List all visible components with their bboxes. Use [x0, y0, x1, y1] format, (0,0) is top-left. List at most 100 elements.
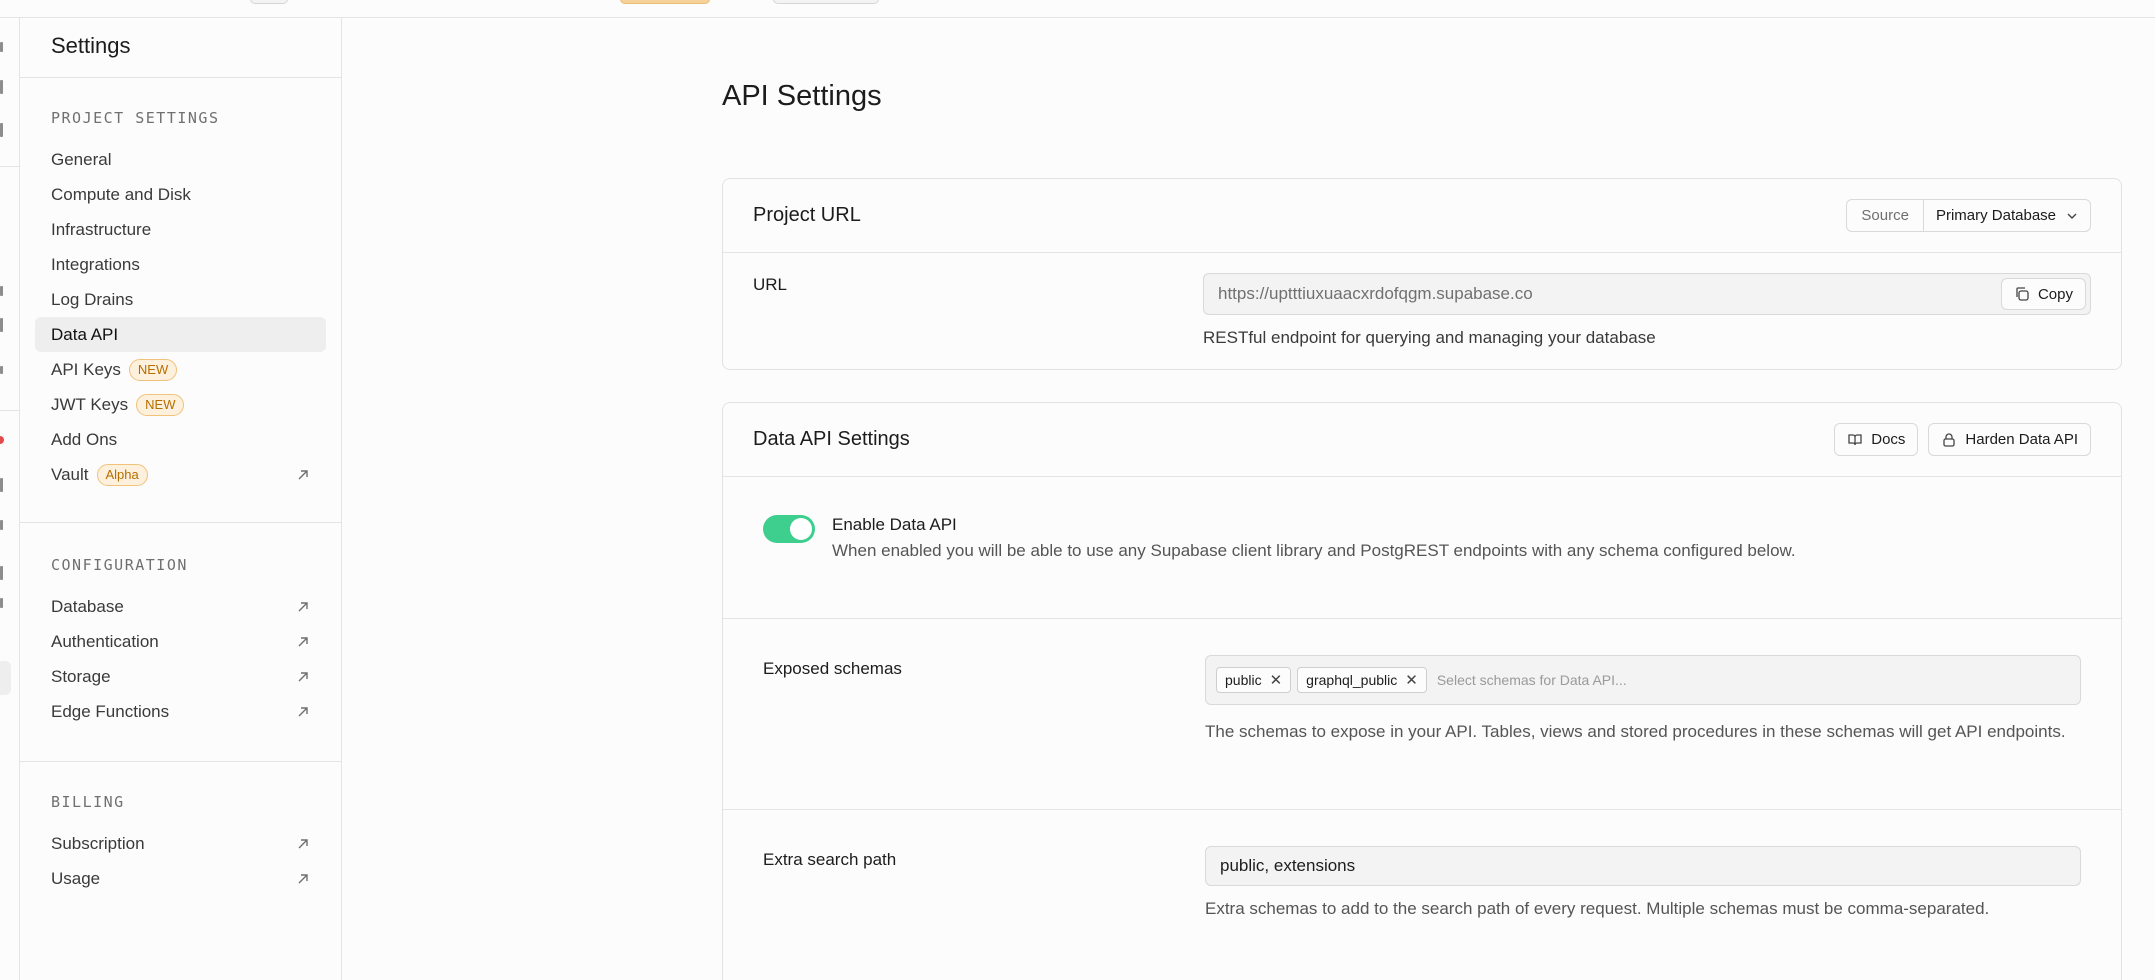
harden-label: Harden Data API — [1965, 431, 2078, 448]
docs-label: Docs — [1871, 431, 1906, 448]
schema-chip-label: graphql_public — [1306, 672, 1398, 688]
remove-icon[interactable]: ✕ — [1405, 671, 1418, 689]
sidebar-item-label: Compute and Disk — [51, 184, 191, 204]
exposed-schemas-row: Exposed schemas public ✕ graphql_public ✕ … — [723, 619, 2121, 810]
external-link-icon — [298, 671, 308, 681]
search-path-help-text: Extra schemas to add to the search path … — [1205, 899, 1990, 918]
sidebar-item-jwt-keys[interactable]: JWT Keys NEW — [35, 387, 326, 422]
sidebar-section-configuration: CONFIGURATION Database Authentication St… — [20, 523, 341, 762]
rail-divider — [0, 166, 20, 167]
sidebar-item-database[interactable]: Database — [35, 589, 326, 624]
rail-icon[interactable] — [0, 42, 3, 52]
external-link-icon — [298, 873, 308, 883]
sidebar-item-label: General — [51, 149, 112, 169]
card-title: Data API Settings — [753, 428, 910, 450]
sidebar-heading: BILLING — [51, 793, 125, 811]
rail-icon[interactable] — [0, 598, 3, 608]
source-selector[interactable]: Source Primary Database — [1846, 199, 2091, 232]
schema-chip[interactable]: graphql_public ✕ — [1297, 667, 1427, 693]
rail-icon[interactable] — [0, 520, 3, 530]
rail-icon[interactable] — [0, 318, 3, 332]
external-link-icon — [298, 838, 308, 848]
exposed-schemas-label: Exposed schemas — [763, 659, 902, 678]
extra-search-path-value: public, extensions — [1220, 856, 1356, 875]
sidebar-item-label: JWT Keys — [51, 394, 129, 414]
sidebar-item-label: Storage — [51, 666, 111, 686]
url-value: https://uptttiuxuaacxrdofqgm.supabase.co — [1218, 284, 1533, 303]
rail-icon[interactable] — [0, 80, 3, 94]
sidebar-item-label: Usage — [51, 868, 101, 888]
new-badge: NEW — [128, 358, 178, 381]
schemas-field-group: public ✕ graphql_public ✕ Select schemas f… — [1205, 655, 2081, 809]
rail-icon[interactable] — [0, 478, 3, 492]
copy-button[interactable]: Copy — [2000, 278, 2086, 310]
sidebar-item-infrastructure[interactable]: Infrastructure — [35, 212, 326, 247]
card-header: Data API Settings Docs Harden Data API — [723, 403, 2121, 477]
url-field-group: https://uptttiuxuaacxrdofqgm.supabase.co… — [1203, 273, 2091, 349]
main-content: API Settings Project URL Source Primary … — [343, 18, 2155, 980]
rail-active-item[interactable] — [0, 661, 11, 695]
data-api-settings-card: Data API Settings Docs Harden Data API E… — [722, 402, 2122, 980]
sidebar-item-compute-and-disk[interactable]: Compute and Disk — [35, 177, 326, 212]
harden-data-api-button[interactable]: Harden Data API — [1928, 423, 2091, 456]
enable-data-api-row: Enable Data API When enabled you will be… — [723, 477, 2121, 619]
sidebar-item-label: Database — [51, 596, 124, 616]
top-bar-control[interactable] — [773, 0, 879, 4]
schemas-placeholder: Select schemas for Data API... — [1436, 672, 1627, 688]
sidebar-item-add-ons[interactable]: Add Ons — [35, 422, 326, 457]
top-bar-control[interactable] — [250, 0, 288, 4]
sidebar-item-label: Subscription — [51, 833, 145, 853]
extra-search-path-row: Extra search path public, extensions Ext… — [723, 810, 2121, 968]
copy-icon — [2016, 287, 2029, 301]
sidebar-section-project-settings: PROJECT SETTINGS General Compute and Dis… — [20, 78, 341, 523]
external-link-icon — [298, 469, 308, 479]
sidebar-item-label: Infrastructure — [51, 219, 152, 239]
docs-button[interactable]: Docs — [1834, 423, 1919, 456]
top-bar — [0, 0, 2155, 18]
sidebar-item-storage[interactable]: Storage — [35, 659, 326, 694]
chevron-down-icon — [2067, 213, 2077, 219]
schemas-help-text: The schemas to expose in your API. Table… — [1205, 722, 2066, 741]
new-badge: NEW — [136, 393, 185, 416]
sidebar-item-usage[interactable]: Usage — [35, 861, 326, 896]
lock-icon — [1943, 432, 1956, 447]
sidebar-item-data-api[interactable]: Data API — [35, 317, 326, 352]
rail-icon[interactable] — [0, 566, 3, 580]
sidebar-item-edge-functions[interactable]: Edge Functions — [35, 694, 326, 729]
url-help-text: RESTful endpoint for querying and managi… — [1203, 328, 1656, 347]
sidebar-item-label: Integrations — [51, 254, 140, 274]
sidebar-item-authentication[interactable]: Authentication — [35, 624, 326, 659]
header-actions: Docs Harden Data API — [1834, 423, 2091, 456]
sidebar-item-integrations[interactable]: Integrations — [35, 247, 326, 282]
source-dropdown[interactable]: Primary Database — [1924, 200, 2090, 231]
enable-data-api-toggle[interactable] — [763, 515, 815, 543]
card-header: Project URL Source Primary Database — [723, 179, 2121, 253]
sidebar-item-label: Data API — [51, 324, 119, 344]
external-link-icon — [298, 706, 308, 716]
rail-divider — [0, 410, 20, 411]
source-label: Source — [1847, 200, 1924, 231]
sidebar-item-subscription[interactable]: Subscription — [35, 826, 326, 861]
top-bar-upgrade-control[interactable] — [620, 0, 710, 4]
url-label: URL — [753, 275, 788, 294]
card-title: Project URL — [753, 204, 861, 226]
sidebar-item-log-drains[interactable]: Log Drains — [35, 282, 326, 317]
schema-chip[interactable]: public ✕ — [1216, 667, 1292, 693]
rail-icon[interactable] — [0, 286, 3, 296]
sidebar-item-vault[interactable]: Vault Alpha — [35, 457, 326, 492]
sidebar-item-label: Add Ons — [51, 429, 118, 449]
rail-icon[interactable] — [0, 123, 3, 137]
external-link-icon — [298, 636, 308, 646]
sidebar-item-api-keys[interactable]: API Keys NEW — [35, 352, 326, 387]
schemas-multiselect[interactable]: public ✕ graphql_public ✕ Select schemas f… — [1205, 655, 2081, 705]
extra-search-path-input[interactable]: public, extensions — [1205, 846, 2081, 886]
search-path-field-group: public, extensions Extra schemas to add … — [1205, 846, 2081, 968]
sidebar-section-billing: BILLING Subscription Usage — [20, 762, 341, 926]
sidebar-item-general[interactable]: General — [35, 142, 326, 177]
remove-icon[interactable]: ✕ — [1270, 671, 1283, 689]
url-input[interactable]: https://uptttiuxuaacxrdofqgm.supabase.co… — [1203, 273, 2091, 315]
rail-icon[interactable] — [0, 366, 3, 374]
sidebar-item-label: Vault — [51, 464, 89, 484]
sidebar-item-label: Edge Functions — [51, 701, 170, 721]
sidebar-title: Settings — [20, 18, 341, 78]
